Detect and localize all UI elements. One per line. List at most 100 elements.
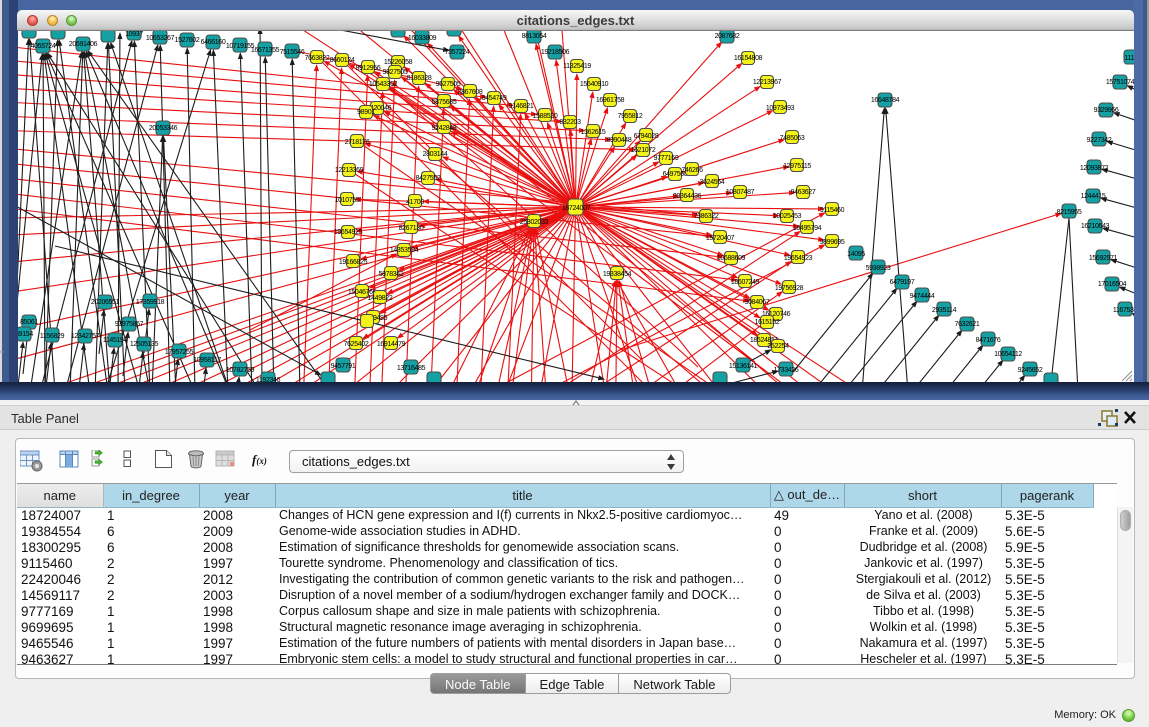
svg-text:8813054: 8813054 <box>522 33 547 40</box>
svg-text:10025453: 10025453 <box>773 213 802 220</box>
svg-text:15640910: 15640910 <box>580 81 609 88</box>
svg-text:19218506: 19218506 <box>541 49 570 56</box>
svg-text:12213967: 12213967 <box>753 79 782 86</box>
svg-text:7515546: 7515546 <box>280 49 305 56</box>
svg-text:16210643: 16210643 <box>1081 223 1110 230</box>
svg-text:19654923: 19654923 <box>784 255 813 262</box>
svg-text:16033809: 16033809 <box>408 35 437 42</box>
svg-text:10937: 10937 <box>125 31 143 38</box>
svg-text:9227342: 9227342 <box>1087 137 1112 144</box>
svg-text:15692971: 15692971 <box>1089 255 1118 262</box>
svg-text:5878342: 5878342 <box>379 271 404 278</box>
svg-text:7386322: 7386322 <box>694 213 719 220</box>
svg-text:9146821: 9146821 <box>509 103 534 110</box>
svg-text:8454749: 8454749 <box>482 95 507 102</box>
svg-text:7955812: 7955812 <box>618 113 643 120</box>
svg-text:12093872: 12093872 <box>1080 165 1109 172</box>
svg-text:8267130: 8267130 <box>399 225 424 232</box>
svg-text:93975867: 93975867 <box>115 321 144 328</box>
svg-text:19338454: 19338454 <box>603 271 632 278</box>
svg-text:2867608: 2867608 <box>458 89 483 96</box>
svg-text:5938923: 5938923 <box>866 265 891 272</box>
svg-text:10688609: 10688609 <box>717 255 746 262</box>
svg-text:9777169: 9777169 <box>654 155 679 162</box>
svg-text:12975115: 12975115 <box>783 163 811 170</box>
svg-text:2087682: 2087682 <box>715 33 740 40</box>
svg-text:6479197: 6479197 <box>890 279 915 286</box>
svg-text:9827505: 9827505 <box>383 69 408 76</box>
svg-text:8990448: 8990448 <box>607 137 632 144</box>
svg-text:10653267: 10653267 <box>146 35 175 42</box>
svg-text:1588520: 1588520 <box>533 113 558 120</box>
svg-text:18724007: 18724007 <box>562 205 591 212</box>
svg-text:8912956: 8912956 <box>356 65 381 72</box>
svg-text:98901: 98901 <box>357 109 375 116</box>
svg-text:1527602: 1527602 <box>175 37 200 44</box>
svg-text:20053346: 20053346 <box>149 125 178 132</box>
svg-text:7663822: 7663822 <box>305 55 330 62</box>
svg-text:16495794: 16495794 <box>793 225 822 232</box>
svg-text:39154: 39154 <box>18 331 33 338</box>
svg-text:17957255: 17957255 <box>165 349 194 356</box>
svg-text:14353594: 14353594 <box>390 247 419 254</box>
svg-text:10782759: 10782759 <box>226 367 255 374</box>
svg-text:15720407: 15720407 <box>706 235 735 242</box>
svg-text:8215955: 8215955 <box>1057 209 1082 216</box>
svg-text:14095: 14095 <box>847 251 865 258</box>
svg-text:10958117: 10958117 <box>193 357 221 364</box>
svg-text:832203: 832203 <box>559 119 581 126</box>
svg-text:85061: 85061 <box>20 319 38 326</box>
svg-text:17016504: 17016504 <box>1098 281 1127 288</box>
svg-text:2718176: 2718176 <box>345 139 370 146</box>
svg-text:6466160: 6466160 <box>201 39 226 46</box>
svg-text:1615152: 1615152 <box>755 319 780 326</box>
svg-text:7485063: 7485063 <box>780 135 805 142</box>
svg-text:19756928: 19756928 <box>775 285 804 292</box>
svg-text:17359918: 17359918 <box>136 299 165 306</box>
svg-text:2935114: 2935114 <box>932 307 957 314</box>
svg-text:10654112: 10654112 <box>994 351 1022 358</box>
svg-text:12505135: 12505135 <box>130 341 159 348</box>
svg-text:1449822: 1449822 <box>368 295 393 302</box>
svg-text:746266: 746266 <box>681 167 703 174</box>
svg-text:5875685: 5875685 <box>432 99 457 106</box>
svg-text:1621072: 1621072 <box>631 147 656 154</box>
svg-text:8471676: 8471676 <box>976 337 1001 344</box>
svg-text:20364436: 20364436 <box>673 193 702 200</box>
svg-text:f(x): f(x) <box>252 452 267 467</box>
svg-text:25302033: 25302033 <box>520 219 549 226</box>
svg-text:19654925: 19654925 <box>334 229 363 236</box>
svg-text:9457791: 9457791 <box>331 363 356 370</box>
svg-text:12342757: 12342757 <box>71 333 100 340</box>
svg-text:1010755: 1010755 <box>335 197 360 204</box>
svg-text:1244415: 1244415 <box>1081 193 1106 200</box>
svg-text:1145194: 1145194 <box>103 337 128 344</box>
svg-text:12213369: 12213369 <box>335 167 364 174</box>
svg-text:3624554: 3624554 <box>700 179 725 186</box>
svg-text:1156829: 1156829 <box>40 333 65 340</box>
svg-text:19166825: 19166825 <box>339 259 368 266</box>
svg-text:10807487: 10807487 <box>726 189 755 196</box>
svg-text:7632621: 7632621 <box>955 321 980 328</box>
svg-text:4055724: 4055724 <box>31 43 56 50</box>
svg-text:252254: 252254 <box>767 343 789 350</box>
svg-text:9527505: 9527505 <box>436 81 461 88</box>
svg-text:8427552: 8427552 <box>416 175 441 182</box>
svg-text:1167533: 1167533 <box>1113 307 1134 314</box>
svg-text:16914479: 16914479 <box>377 341 406 348</box>
svg-text:9463627: 9463627 <box>791 189 816 196</box>
svg-text:16961758: 16961758 <box>596 97 625 104</box>
svg-text:16648784: 16648784 <box>871 97 900 104</box>
svg-text:15136141: 15136141 <box>729 363 758 370</box>
svg-text:16671355: 16671355 <box>251 47 280 54</box>
svg-text:41700: 41700 <box>406 199 424 206</box>
svg-text:7357224: 7357224 <box>445 49 470 56</box>
svg-text:9329966: 9329966 <box>1094 107 1119 114</box>
svg-text:8186328: 8186328 <box>407 75 432 82</box>
svg-text:18607249: 18607249 <box>731 279 760 286</box>
svg-text:10973493: 10973493 <box>766 105 795 112</box>
svg-text:7625402: 7625402 <box>344 341 369 348</box>
svg-text:20691406: 20691406 <box>69 41 98 48</box>
svg-text:9474444: 9474444 <box>910 293 935 300</box>
svg-text:1733426: 1733426 <box>774 367 799 374</box>
